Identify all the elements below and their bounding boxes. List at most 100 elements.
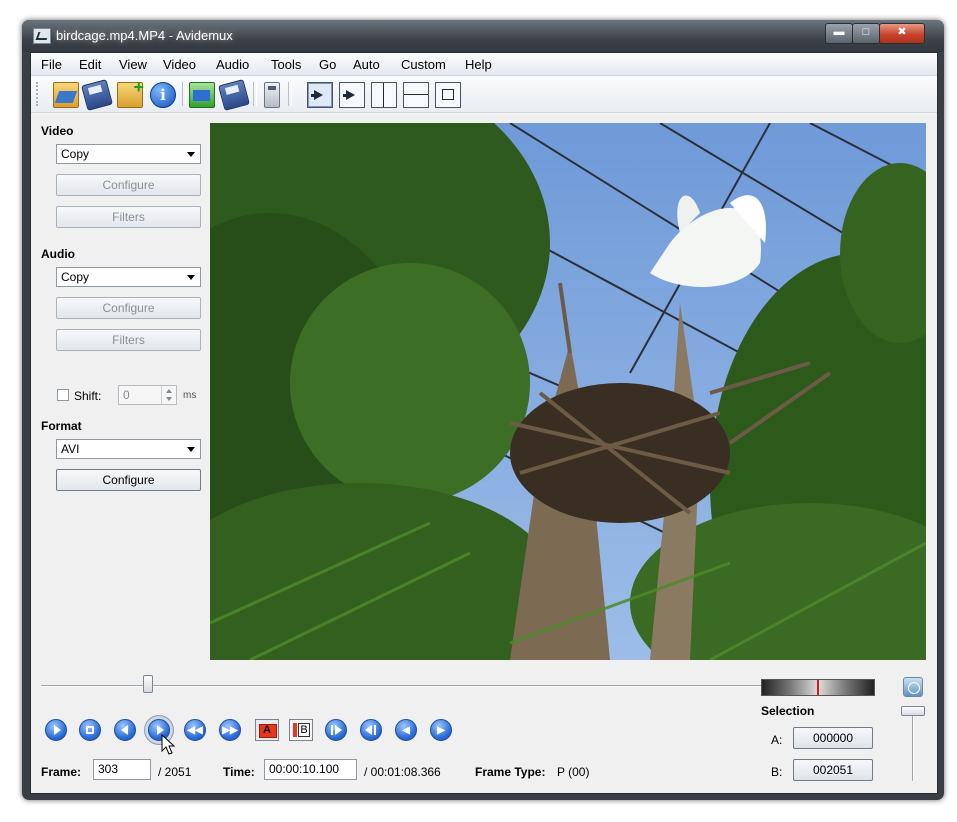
frame-label: Frame: (41, 765, 82, 779)
shift-checkbox[interactable] (57, 389, 69, 401)
play-icon (54, 725, 61, 735)
volume-track[interactable] (912, 709, 914, 781)
main-client-area: File Edit View Video Audio Tools Go Auto… (30, 52, 938, 794)
info-icon[interactable]: i (150, 82, 176, 108)
save-icon[interactable] (81, 79, 113, 111)
menu-video[interactable]: Video (163, 57, 196, 72)
title-bar[interactable]: birdcage.mp4.MP4 - Avidemux ▬ □ ✖ (22, 20, 944, 52)
menu-go[interactable]: Go (319, 57, 336, 72)
shift-value: 0 (123, 388, 130, 402)
video-configure-button[interactable]: Configure (56, 174, 201, 196)
video-frame-image (210, 123, 926, 660)
goto-a-icon (331, 725, 333, 735)
menu-audio[interactable]: Audio (216, 57, 249, 72)
menu-view[interactable]: View (119, 57, 147, 72)
video-codec-select[interactable]: Copy (56, 144, 201, 164)
toolbar-separator (182, 82, 186, 106)
frame-type-label: Frame Type: (475, 765, 546, 779)
toolbar-separator (288, 82, 292, 106)
menu-bar: File Edit View Video Audio Tools Go Auto… (31, 53, 937, 76)
spin-arrows-icon[interactable] (161, 386, 176, 404)
close-button[interactable]: ✖ (879, 23, 925, 44)
format-section-title: Format (41, 419, 82, 433)
calculator-icon[interactable] (264, 82, 280, 108)
view-output-icon[interactable] (307, 82, 333, 108)
selection-a-button[interactable]: 000000 (793, 727, 873, 749)
shift-label: Shift: (74, 389, 102, 403)
app-window: birdcage.mp4.MP4 - Avidemux ▬ □ ✖ File E… (22, 20, 944, 800)
marker-a-label: A (263, 724, 271, 736)
marker-b-label: B (298, 723, 310, 737)
selection-b-button[interactable]: 002051 (793, 759, 873, 781)
previous-black-frame-button[interactable]: ◀ (395, 719, 417, 741)
previous-frame-icon (121, 725, 128, 735)
fast-forward-icon: ▶▶ (222, 725, 238, 736)
volume-slider-handle[interactable] (901, 706, 925, 716)
minimize-button[interactable]: ▬ (825, 23, 853, 44)
audio-filters-button[interactable]: Filters (56, 329, 201, 351)
menu-auto[interactable]: Auto (353, 57, 380, 72)
jog-shuttle[interactable] (761, 679, 875, 696)
selection-a-label: A: (771, 733, 783, 747)
view-top-icon[interactable] (403, 82, 429, 108)
open-folder-icon[interactable] (189, 82, 215, 108)
selection-title: Selection (761, 704, 815, 718)
time-input[interactable]: 00:00:10.100 (264, 759, 357, 780)
play-button[interactable] (45, 719, 67, 741)
audio-codec-value: Copy (61, 270, 90, 284)
video-section-title: Video (41, 124, 74, 138)
view-separate-icon[interactable] (435, 82, 461, 108)
video-preview (210, 123, 926, 660)
rewind-icon: ◀◀ (187, 725, 203, 736)
ms-unit-label: ms (183, 390, 197, 401)
mouse-cursor-icon (161, 734, 176, 755)
frame-total: / 2051 (158, 765, 192, 779)
toolbar: i (31, 76, 937, 113)
chevron-down-icon (187, 152, 195, 157)
open-icon[interactable] (53, 82, 79, 108)
timeline-slider-handle[interactable] (143, 675, 153, 693)
go-to-marker-a-button[interactable] (325, 719, 347, 741)
previous-black-icon: ◀ (402, 725, 410, 736)
toolbar-grip (36, 82, 40, 106)
next-black-icon: ▶ (437, 725, 445, 736)
audio-codec-select[interactable]: Copy (56, 267, 201, 287)
chevron-down-icon (187, 447, 195, 452)
view-side-icon[interactable] (371, 82, 397, 108)
set-marker-b-button[interactable]: B (289, 719, 313, 741)
next-black-frame-button[interactable]: ▶ (430, 719, 452, 741)
maximize-button[interactable]: □ (852, 23, 880, 44)
previous-keyframe-button[interactable]: ◀◀ (184, 719, 206, 741)
menu-custom[interactable]: Custom (401, 57, 446, 72)
menu-help[interactable]: Help (465, 57, 492, 72)
volume-icon[interactable] (903, 677, 923, 697)
shift-spinbox[interactable]: 0 (118, 385, 177, 405)
next-keyframe-button[interactable]: ▶▶ (219, 719, 241, 741)
view-preview-icon[interactable] (339, 82, 365, 108)
format-select[interactable]: AVI (56, 439, 201, 459)
toolbar-separator (253, 82, 257, 106)
go-to-marker-b-button[interactable] (360, 719, 382, 741)
audio-section-title: Audio (41, 247, 75, 261)
video-codec-value: Copy (61, 147, 90, 161)
format-configure-button[interactable]: Configure (56, 469, 201, 491)
menu-file[interactable]: File (41, 57, 62, 72)
format-value: AVI (61, 442, 80, 456)
menu-edit[interactable]: Edit (79, 57, 101, 72)
audio-configure-button[interactable]: Configure (56, 297, 201, 319)
stop-button[interactable] (79, 719, 101, 741)
window-title: birdcage.mp4.MP4 - Avidemux (56, 28, 233, 43)
time-total: / 00:01:08.366 (364, 765, 441, 779)
set-marker-a-button[interactable]: A (255, 719, 279, 741)
append-icon[interactable] (117, 77, 144, 108)
marker-b-fill (293, 723, 297, 737)
time-label: Time: (223, 765, 255, 779)
stop-icon (86, 726, 94, 734)
video-filters-button[interactable]: Filters (56, 206, 201, 228)
save-project-icon[interactable] (218, 79, 250, 111)
avidemux-app-icon (33, 28, 51, 44)
goto-b-icon (365, 725, 372, 735)
previous-frame-button[interactable] (114, 719, 136, 741)
menu-tools[interactable]: Tools (271, 57, 301, 72)
frame-input[interactable]: 303 (93, 759, 151, 780)
